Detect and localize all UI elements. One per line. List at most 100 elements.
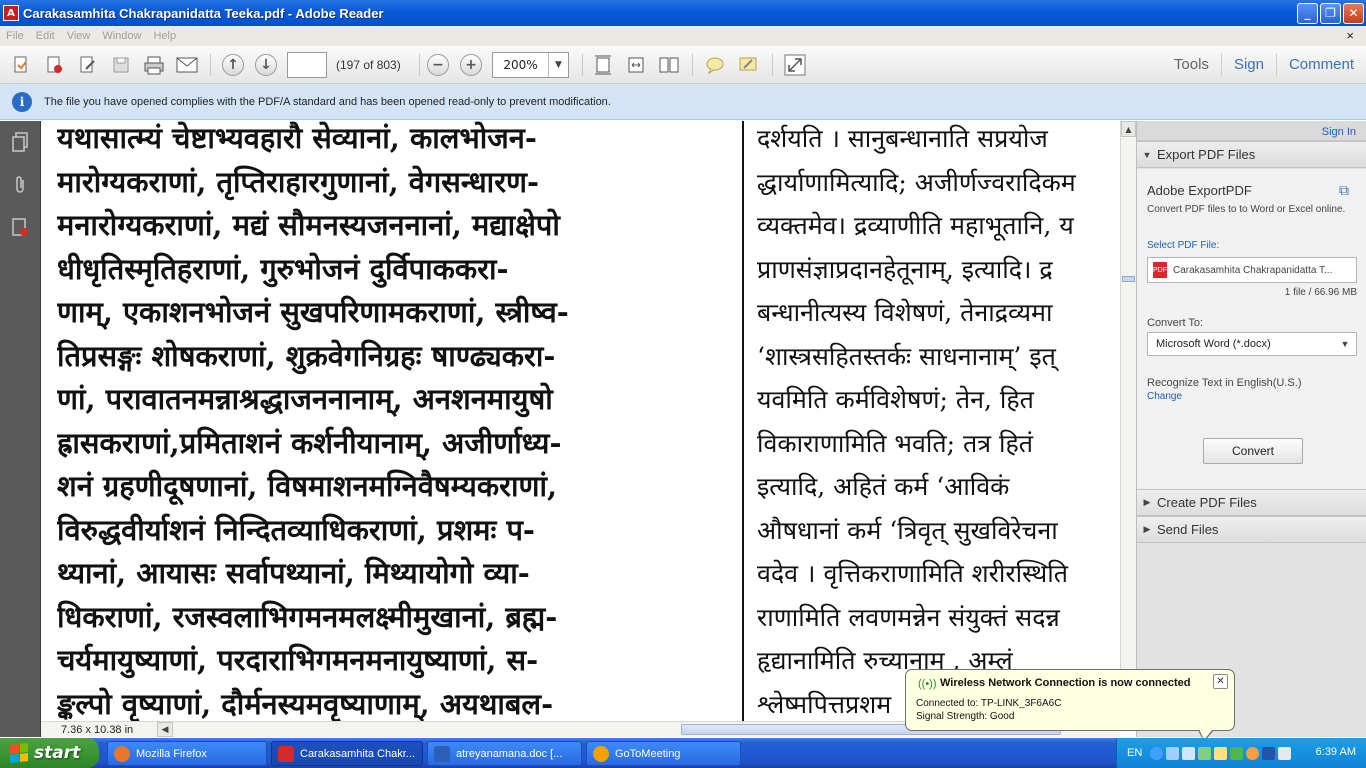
task-gotomeeting[interactable]: GoToMeeting [586,741,741,766]
next-page-icon[interactable]: ↓ [254,53,278,77]
window-title: Carakasamhita Chakrapanidatta Teeka.pdf … [23,5,384,21]
tools-button[interactable]: Tools [1162,53,1221,77]
close-button[interactable]: ✕ [1343,2,1364,24]
menu-file[interactable]: File [0,30,30,42]
previous-page-icon[interactable]: ↑ [221,53,245,77]
text-line: यथासात्म्यं चेष्टाभ्यवहारौ सेव्यानां, का… [57,121,537,155]
send-files-header[interactable]: ▶ Send Files [1137,516,1366,543]
text-line: तिप्रसङ्गः शोषकराणां, शुक्रवेगनिग्रहः षा… [57,338,556,373]
comment-note-icon[interactable] [703,53,727,77]
security-icon[interactable] [1198,746,1212,760]
pdfa-info-bar: i The file you have opened complies with… [0,84,1366,120]
zoom-value[interactable]: 200% [493,58,548,72]
task-pane-links: Tools Sign Comment [1162,46,1366,84]
recognize-text-label: Recognize Text in English(U.S.) [1147,377,1302,389]
fit-width-icon[interactable] [624,53,648,77]
volume-icon[interactable] [1278,746,1292,760]
wireless-tray-icon[interactable] [1214,746,1228,760]
zoom-select[interactable]: 200% ▼ [492,52,569,78]
text-line: ह्रासकराणां,प्रमिताशनं कर्शनीयानाम्, अजी… [57,425,562,460]
fit-page-icon[interactable] [591,53,615,77]
network-notification[interactable]: ((•)) Wireless Network Connection is now… [905,669,1235,742]
create-pdf-header[interactable]: ▶ Create PDF Files [1137,489,1366,516]
signatures-icon[interactable] [9,217,31,239]
export-pdf-panel: Adobe ExportPDF ⧉ Convert PDF files to t… [1137,169,1366,489]
text-line: णाम्, एकाशनभोजनं सुखपरिणामकराणां, स्त्री… [57,295,569,329]
zoom-out-icon[interactable]: − [426,53,450,77]
task-label: atreyanamana.doc [... [456,747,563,760]
zoom-in-icon[interactable]: + [459,53,483,77]
collapsed-triangle-icon: ▶ [1143,497,1151,507]
chevron-down-icon[interactable]: ▼ [1334,339,1356,349]
page-thumbnails-icon[interactable] [9,131,31,153]
convert-format-value[interactable]: Microsoft Word (*.docx) [1156,338,1334,350]
maximize-button[interactable]: ❐ [1320,2,1341,24]
notification-close-button[interactable]: ✕ [1213,674,1228,689]
sign-button[interactable]: Sign [1220,53,1276,77]
export-description: Convert PDF files to to Word or Excel on… [1147,204,1346,215]
two-page-view-icon[interactable] [657,53,681,77]
text-line: मारोग्यकराणां, तृप्तिराहारगुणानां, वेगसन… [57,164,540,199]
convert-format-select[interactable]: Microsoft Word (*.docx) ▼ [1147,332,1357,356]
minimize-button[interactable]: _ [1297,2,1318,24]
language-indicator[interactable]: EN [1127,747,1142,759]
page-number-input[interactable] [287,52,327,78]
document-viewport[interactable]: यथासात्म्यं चेष्टाभ्यवहारौ सेव्यानां, का… [41,121,1120,721]
chat-icon[interactable] [1230,746,1244,760]
menu-help[interactable]: Help [147,30,182,42]
scroll-thumb[interactable] [1122,276,1135,282]
document-close-icon[interactable]: × [1340,28,1360,43]
sign-in-link[interactable]: Sign In [1322,126,1356,138]
chevron-down-icon[interactable]: ▼ [548,53,568,77]
vertical-scrollbar[interactable]: ▲ [1120,121,1136,721]
notification-ssid: Connected to: TP-LINK_3F6A6C [916,698,1062,709]
toolbar-separator [210,54,211,76]
page-count: (197 of 803) [336,58,401,72]
highlight-icon[interactable] [736,53,760,77]
create-pdf-icon[interactable] [10,53,34,77]
save-icon[interactable] [109,53,133,77]
convert-pdf-icon[interactable] [43,53,67,77]
pdf-page: यथासात्म्यं चेष्टाभ्यवहारौ सेव्यानां, का… [41,121,1120,721]
task-label: Mozilla Firefox [136,747,207,760]
email-icon[interactable] [175,53,199,77]
print-icon[interactable] [142,53,166,77]
task-word-document[interactable]: atreyanamana.doc [... [427,741,582,766]
scroll-left-icon[interactable]: ◀ [157,722,173,737]
menu-bar: File Edit View Window Help × [0,26,1366,46]
export-pdf-header[interactable]: ▼ Export PDF Files [1137,141,1366,168]
text-line: मनारोग्यकराणां, मद्यं सौमनस्यजननानां, मद… [57,208,560,242]
attachments-icon[interactable] [9,174,31,196]
task-firefox[interactable]: Mozilla Firefox [107,741,267,766]
menu-edit[interactable]: Edit [30,30,61,42]
gotomeeting-icon [593,745,609,762]
clock[interactable]: 6:39 AM [1316,746,1356,758]
back-arrow-icon[interactable] [1150,746,1164,760]
comment-button[interactable]: Comment [1275,53,1366,77]
collapsed-triangle-icon: ▶ [1143,524,1151,534]
printer-icon[interactable] [1182,746,1196,760]
edit-icon[interactable] [76,53,100,77]
pdf-file-icon [278,745,294,762]
convert-button[interactable]: Convert [1203,438,1303,464]
network-icon[interactable] [1166,746,1180,760]
menu-window[interactable]: Window [96,30,147,42]
scroll-up-icon[interactable]: ▲ [1121,121,1136,137]
start-button[interactable]: start [0,738,99,768]
selected-file-field[interactable]: PDF Carakasamhita Chakrapanidatta T... [1147,257,1357,283]
flower-icon[interactable] [1246,746,1260,760]
task-adobe-reader[interactable]: Carakasamhita Chakr... [271,741,423,766]
full-screen-icon[interactable] [783,53,807,77]
wireless-icon: ((•)) [918,678,937,690]
change-language-link[interactable]: Change [1147,391,1182,402]
info-message: The file you have opened complies with t… [44,95,611,108]
text-line: दर्शयति । सानुबन्धानाति सप्रयोज [757,124,1048,153]
notification-signal: Signal Strength: Good [916,711,1015,722]
text-line: चर्यमायुष्याणां, परदाराभिगमनमनायुष्याणां… [57,643,539,677]
text-line: विकाराणामिति भवति; तत्र हितं [757,428,1033,458]
export-info-icon[interactable]: ⧉ [1339,182,1355,198]
monitor-icon[interactable] [1262,746,1276,760]
text-line: औषधानां कर्म ‘त्रिवृत् सुखविरेचना [757,515,1058,545]
selected-file-name: Carakasamhita Chakrapanidatta T... [1173,264,1333,276]
menu-view[interactable]: View [61,30,97,42]
